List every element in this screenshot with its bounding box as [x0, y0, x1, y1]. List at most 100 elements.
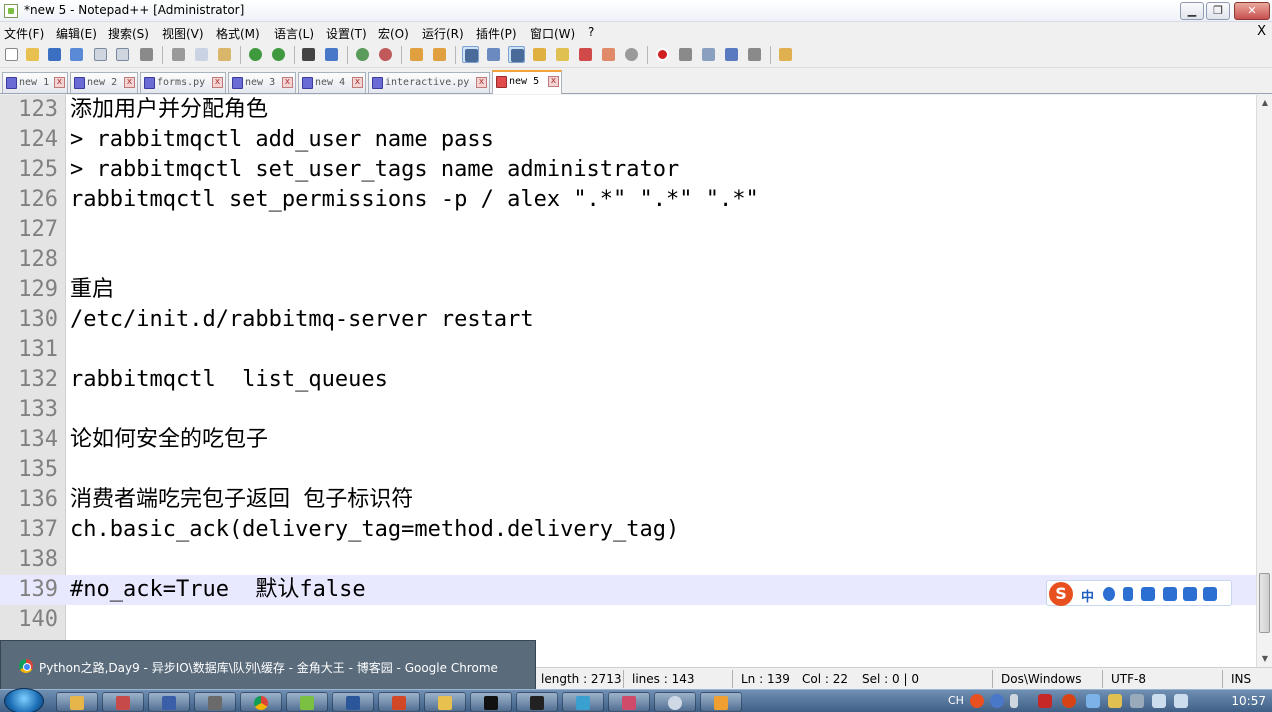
- display-icon[interactable]: [1152, 694, 1166, 708]
- ime-mode-label[interactable]: 中: [1081, 586, 1094, 605]
- clock[interactable]: 10:57: [1231, 694, 1266, 708]
- show-all-chars-icon[interactable]: [485, 46, 502, 63]
- scroll-up-icon[interactable]: ▲: [1257, 95, 1272, 111]
- save-icon[interactable]: [46, 46, 63, 63]
- menu-help[interactable]: ?: [588, 25, 594, 39]
- taskbar-chrome[interactable]: [240, 692, 282, 712]
- play-macro-icon[interactable]: [700, 46, 717, 63]
- tab-close-icon[interactable]: x: [124, 77, 135, 88]
- tab-new-4[interactable]: new 4 x: [298, 72, 366, 93]
- taskbar-save-app[interactable]: [148, 692, 190, 712]
- menu-run[interactable]: 运行(R): [422, 25, 464, 42]
- taskbar-vm-app[interactable]: [562, 692, 604, 712]
- minimize-button[interactable]: ▁: [1180, 2, 1204, 20]
- code-line[interactable]: 127: [0, 215, 1256, 245]
- taskbar-media-app[interactable]: [700, 692, 742, 712]
- sync-horizontal-icon[interactable]: [431, 46, 448, 63]
- tab-close-icon[interactable]: x: [212, 77, 223, 88]
- code-line[interactable]: 128: [0, 245, 1256, 275]
- volume-icon[interactable]: [1174, 694, 1188, 708]
- tab-close-icon[interactable]: x: [352, 77, 363, 88]
- wrench-icon[interactable]: [1203, 587, 1217, 601]
- input-language[interactable]: CH: [948, 694, 964, 707]
- replace-icon[interactable]: [323, 46, 340, 63]
- menu-edit[interactable]: 编辑(E): [56, 25, 97, 42]
- menu-language[interactable]: 语言(L): [274, 25, 314, 42]
- taskbar-notepad-plus-plus[interactable]: [286, 692, 328, 712]
- folder-as-workspace-icon[interactable]: [600, 46, 617, 63]
- update-icon[interactable]: [1062, 694, 1076, 708]
- code-line[interactable]: 132 rabbitmqctl list_queues: [0, 365, 1256, 395]
- tab-interactive-py[interactable]: interactive.py x: [368, 72, 490, 93]
- menu-view[interactable]: 视图(V): [162, 25, 204, 42]
- scrollbar-thumb[interactable]: [1259, 573, 1270, 633]
- function-list-icon[interactable]: [577, 46, 594, 63]
- cut-icon[interactable]: [170, 46, 187, 63]
- menu-format[interactable]: 格式(M): [216, 25, 260, 42]
- overflow-chevron-icon[interactable]: [1010, 694, 1018, 708]
- indent-guide-icon[interactable]: [508, 46, 525, 63]
- paste-icon[interactable]: [216, 46, 233, 63]
- tab-forms-py[interactable]: forms.py x: [140, 72, 226, 93]
- run-macro-multiple-icon[interactable]: [723, 46, 740, 63]
- code-line[interactable]: 138: [0, 545, 1256, 575]
- keyboard-icon[interactable]: [1141, 587, 1155, 601]
- save-all-icon[interactable]: [68, 46, 85, 63]
- tab-new-2[interactable]: new 2 x: [70, 72, 138, 93]
- menu-settings[interactable]: 设置(T): [326, 25, 367, 42]
- taskbar-terminal[interactable]: [516, 692, 558, 712]
- status-eol[interactable]: Dos\Windows: [1001, 672, 1081, 686]
- sogou-logo-icon[interactable]: S: [1049, 582, 1073, 606]
- code-line[interactable]: 130/etc/init.d/rabbitmq-server restart: [0, 305, 1256, 335]
- start-button[interactable]: [4, 688, 44, 712]
- vertical-scrollbar[interactable]: ▲ ▼: [1256, 95, 1272, 667]
- help-icon[interactable]: [990, 694, 1004, 708]
- menu-search[interactable]: 搜索(S): [108, 25, 149, 42]
- stop-record-icon[interactable]: [677, 46, 694, 63]
- taskbar-teamviewer[interactable]: [654, 692, 696, 712]
- taskbar-xshell[interactable]: [608, 692, 650, 712]
- sogou-tray-icon[interactable]: [970, 694, 984, 708]
- copy-icon[interactable]: [193, 46, 210, 63]
- new-file-icon[interactable]: [3, 46, 20, 63]
- save-macro-icon[interactable]: [746, 46, 763, 63]
- zoom-in-icon[interactable]: [354, 46, 371, 63]
- taskbar-thumbnail-tooltip[interactable]: Python之路,Day9 - 异步IO\数据库\队列\缓存 - 金角大王 - …: [0, 640, 536, 690]
- launch-icon[interactable]: [777, 46, 794, 63]
- user-icon[interactable]: [1163, 587, 1177, 601]
- monitoring-icon[interactable]: [623, 46, 640, 63]
- menu-plugins[interactable]: 插件(P): [476, 25, 517, 42]
- network-icon[interactable]: [1086, 694, 1100, 708]
- security-icon[interactable]: [1038, 694, 1052, 708]
- open-file-icon[interactable]: [24, 46, 41, 63]
- tab-close-icon[interactable]: x: [54, 77, 65, 88]
- close-all-icon[interactable]: [114, 46, 131, 63]
- menu-macro[interactable]: 宏(O): [378, 25, 409, 42]
- code-line[interactable]: 123 添加用户并分配角色: [0, 95, 1256, 125]
- print-icon[interactable]: [138, 46, 155, 63]
- taskbar-word[interactable]: [332, 692, 374, 712]
- favorites-icon[interactable]: [1108, 694, 1122, 708]
- taskbar-pycharm[interactable]: [470, 692, 512, 712]
- flag-icon[interactable]: [1130, 694, 1144, 708]
- taskbar-tools-app[interactable]: [194, 692, 236, 712]
- code-line[interactable]: 131: [0, 335, 1256, 365]
- taskbar-powerpoint[interactable]: [378, 692, 420, 712]
- code-line[interactable]: 125 > rabbitmqctl set_user_tags name admi…: [0, 155, 1256, 185]
- code-line[interactable]: 129 重启: [0, 275, 1256, 305]
- restore-button[interactable]: ❐: [1206, 2, 1230, 20]
- code-line[interactable]: 124 > rabbitmqctl add_user name pass: [0, 125, 1256, 155]
- find-icon[interactable]: [300, 46, 317, 63]
- code-line[interactable]: 136 消费者端吃完包子返回 包子标识符: [0, 485, 1256, 515]
- code-line[interactable]: 135: [0, 455, 1256, 485]
- taskbar-explorer[interactable]: [56, 692, 98, 712]
- user-defined-language-icon[interactable]: [531, 46, 548, 63]
- tab-close-icon[interactable]: x: [548, 76, 559, 87]
- punctuation-icon[interactable]: [1123, 587, 1133, 601]
- tab-close-icon[interactable]: x: [476, 77, 487, 88]
- code-line[interactable]: 134 论如何安全的吃包子: [0, 425, 1256, 455]
- moon-icon[interactable]: [1103, 587, 1115, 601]
- tab-new-1[interactable]: new 1 x: [2, 72, 68, 93]
- close-document-x[interactable]: X: [1257, 24, 1266, 39]
- record-macro-icon[interactable]: [654, 46, 671, 63]
